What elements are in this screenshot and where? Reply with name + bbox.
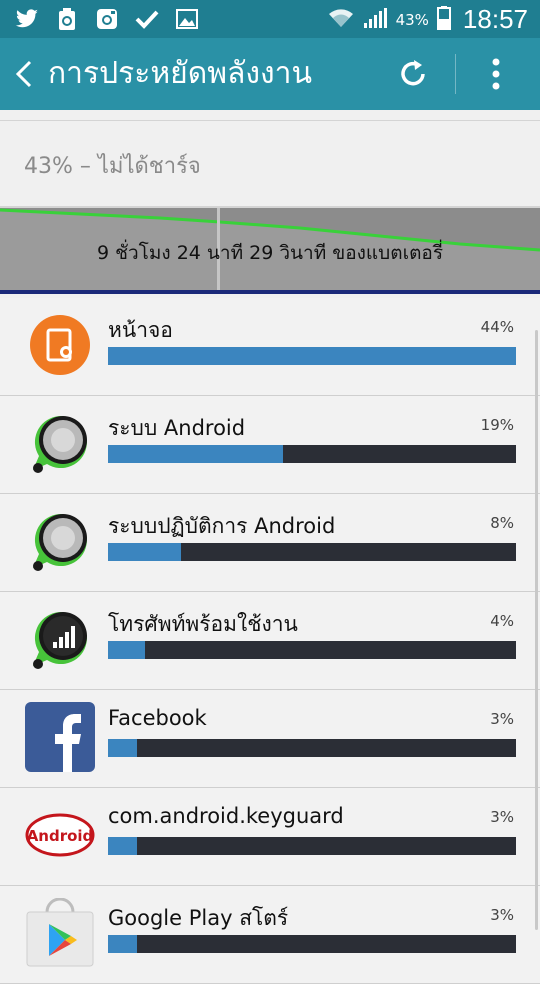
scrollbar[interactable] <box>535 330 538 930</box>
usage-bar <box>108 445 516 463</box>
battery-graph: 9 ชั่วโมง 24 นาที 29 วินาที ของแบตเตอรี่ <box>0 208 540 290</box>
usage-bar-fill <box>108 935 137 953</box>
app-name: ระบบปฏิบัติการ Android <box>108 514 336 538</box>
google-play-store-icon <box>25 897 95 968</box>
battery-status: 43% – ไม่ได้ชาร์จ <box>24 154 201 179</box>
refresh-button[interactable] <box>393 54 433 94</box>
usage-bar-fill <box>108 347 516 365</box>
twitter-icon <box>14 6 40 32</box>
facebook-icon <box>25 702 95 772</box>
usage-row-android-os[interactable]: ระบบปฏิบัติการ Android 8% <box>0 494 540 592</box>
usage-bar <box>108 935 516 953</box>
clock: 18:57 <box>462 4 528 34</box>
usage-percent: 44% <box>480 318 514 336</box>
usage-percent: 3% <box>490 808 514 826</box>
app-name: หน้าจอ <box>108 318 173 342</box>
usage-row-facebook[interactable]: Facebook 3% <box>0 690 540 788</box>
android-system-icon <box>25 408 95 478</box>
usage-row-keyguard[interactable]: Android com.android.keyguard 3% <box>0 788 540 886</box>
usage-bar <box>108 543 516 561</box>
usage-percent: 3% <box>490 906 514 924</box>
divider <box>0 120 540 121</box>
battery-icon <box>436 5 451 34</box>
screen-brightness-icon <box>25 310 95 380</box>
svg-text:Android: Android <box>27 827 94 845</box>
app-name: com.android.keyguard <box>108 804 344 828</box>
usage-percent: 19% <box>480 416 514 434</box>
android-keyguard-icon: Android <box>25 800 95 870</box>
appbar-divider <box>455 54 456 94</box>
back-button[interactable] <box>6 54 42 94</box>
refresh-icon <box>401 60 425 86</box>
usage-bar-fill <box>108 641 145 659</box>
notification-icons <box>14 6 200 32</box>
usage-bar <box>108 641 516 659</box>
graph-underline <box>0 290 540 294</box>
usage-bar-fill <box>108 739 137 757</box>
usage-percent: 3% <box>490 710 514 728</box>
app-name: Google Play สโตร์ <box>108 906 289 930</box>
more-options-button[interactable] <box>478 52 514 96</box>
cell-standby-icon <box>25 604 95 674</box>
app-name: ระบบ Android <box>108 416 246 440</box>
app-name: Facebook <box>108 706 207 730</box>
usage-bar <box>108 347 516 365</box>
android-os-icon <box>25 506 95 576</box>
image-icon <box>174 6 200 32</box>
usage-bar-fill <box>108 837 137 855</box>
check-icon <box>134 6 160 32</box>
remaining-time: 9 ชั่วโมง 24 นาที 29 วินาที ของแบตเตอรี่ <box>96 242 444 264</box>
instagram-icon <box>94 6 120 32</box>
app-name: โทรศัพท์พร้อมใช้งาน <box>108 612 298 636</box>
usage-row-cell-standby[interactable]: โทรศัพท์พร้อมใช้งาน 4% <box>0 592 540 690</box>
system-icons: 43% 18:57 <box>328 4 528 35</box>
usage-percent: 4% <box>490 612 514 630</box>
status-bar: 43% 18:57 <box>0 0 540 38</box>
usage-bar <box>108 739 516 757</box>
battery-percent: 43% <box>395 10 429 29</box>
page-title: การประหยัดพลังงาน <box>48 56 313 91</box>
battery-usage-list: หน้าจอ 44% ระบบ Android 19% ระบบปฏิบัติก… <box>0 298 540 984</box>
usage-row-google-play[interactable]: Google Play สโตร์ 3% <box>0 886 540 984</box>
usage-row-android-system[interactable]: ระบบ Android 19% <box>0 396 540 494</box>
app-bar: การประหยัดพลังงาน <box>0 38 540 110</box>
chevron-left-icon <box>15 60 32 88</box>
usage-row-screen[interactable]: หน้าจอ 44% <box>0 298 540 396</box>
usage-bar <box>108 837 516 855</box>
more-vert-icon <box>492 58 500 90</box>
signal-icon <box>362 7 388 33</box>
usage-bar-fill <box>108 543 182 561</box>
recycle-icon <box>54 6 80 32</box>
usage-percent: 8% <box>490 514 514 532</box>
wifi-icon <box>328 7 354 33</box>
usage-bar-fill <box>108 445 284 463</box>
